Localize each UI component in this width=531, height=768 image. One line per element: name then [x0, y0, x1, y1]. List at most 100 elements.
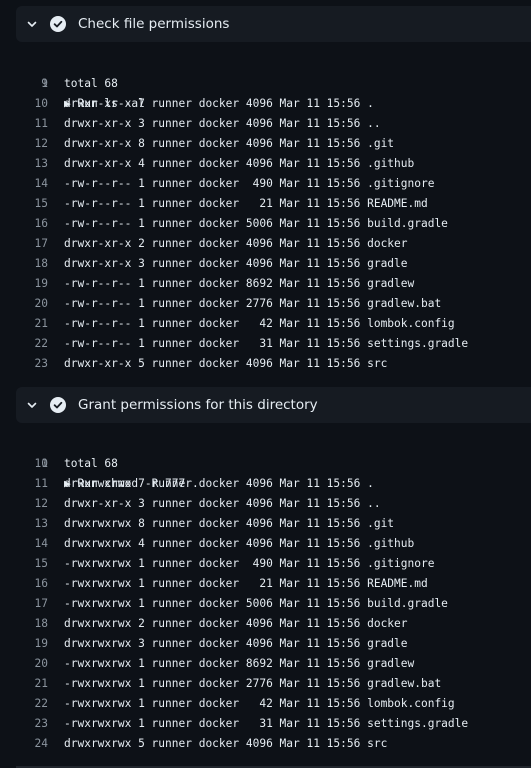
log-line: 17 -rwxrwxrwx 1 runner docker 5006 Mar 11… [0, 594, 531, 614]
log-text: drwxr-xr-x 7 runner docker 4096 Mar 11 1… [64, 97, 374, 110]
log-line: 13 drwxrwxrwx 8 runner docker 4096 Mar 11… [0, 514, 531, 534]
line-number[interactable]: 23 [0, 714, 48, 734]
log-line: 18 drwxrwxrwx 2 runner docker 4096 Mar 11… [0, 614, 531, 634]
step-header[interactable]: Grant permissions for this directory [16, 387, 531, 423]
log-text: drwxr-xr-x 8 runner docker 4096 Mar 11 1… [64, 137, 395, 150]
line-number[interactable]: 14 [0, 174, 48, 194]
line-number[interactable]: 10 [0, 454, 48, 474]
line-number[interactable]: 17 [0, 234, 48, 254]
log-text: -rwxrwxrwx 1 runner docker 42 Mar 11 15:… [64, 697, 455, 710]
line-number[interactable]: 12 [0, 134, 48, 154]
log-text: -rwxrwxrwx 1 runner docker 31 Mar 11 15:… [64, 717, 469, 730]
check-circle-icon [50, 16, 66, 32]
chevron-down-icon[interactable] [26, 399, 38, 411]
log-line: 19 -rw-r--r-- 1 runner docker 8692 Mar 11… [0, 274, 531, 294]
log-line: 18 drwxr-xr-x 3 runner docker 4096 Mar 11… [0, 254, 531, 274]
log-text: drwxrwxrwx 2 runner docker 4096 Mar 11 1… [64, 617, 408, 630]
line-number[interactable]: 13 [0, 154, 48, 174]
log-text: drwxr-xr-x 4 runner docker 4096 Mar 11 1… [64, 157, 415, 170]
log-text: -rwxrwxrwx 1 runner docker 21 Mar 11 15:… [64, 577, 428, 590]
line-number[interactable]: 12 [0, 494, 48, 514]
log-line: 13 drwxr-xr-x 4 runner docker 4096 Mar 11… [0, 154, 531, 174]
line-number[interactable]: 20 [0, 294, 48, 314]
log-text: -rwxrwxrwx 1 runner docker 8692 Mar 11 1… [64, 657, 415, 670]
log-text: -rw-r--r-- 1 runner docker 490 Mar 11 15… [64, 177, 435, 190]
line-number[interactable]: 21 [0, 314, 48, 334]
line-number[interactable]: 24 [0, 734, 48, 754]
log-line: 15 -rwxrwxrwx 1 runner docker 490 Mar 11 … [0, 554, 531, 574]
step-title: Grant permissions for this directory [78, 397, 318, 413]
step-check-file-permissions: Check file permissions [16, 6, 531, 42]
log-text: drwxrwxrwx 5 runner docker 4096 Mar 11 1… [64, 737, 388, 750]
line-number[interactable]: 19 [0, 274, 48, 294]
log-line: 12 drwxr-xr-x 3 runner docker 4096 Mar 11… [0, 494, 531, 514]
line-number[interactable]: 15 [0, 554, 48, 574]
line-number[interactable]: 21 [0, 674, 48, 694]
log-line: 21 -rw-r--r-- 1 runner docker 42 Mar 11 1… [0, 314, 531, 334]
line-number[interactable]: 16 [0, 214, 48, 234]
log-text: -rwxrwxrwx 1 runner docker 2776 Mar 11 1… [64, 677, 442, 690]
line-number[interactable]: 18 [0, 254, 48, 274]
log-line[interactable]: 1 ▶ Run chmod -R 777 . [0, 434, 531, 490]
log-text: drwxrwxrwx 8 runner docker 4096 Mar 11 1… [64, 517, 395, 530]
log-line: 20 -rw-r--r-- 1 runner docker 2776 Mar 11… [0, 294, 531, 314]
log-line: 24 drwxrwxrwx 5 runner docker 4096 Mar 11… [0, 734, 531, 754]
log-text: -rw-r--r-- 1 runner docker 31 Mar 11 15:… [64, 337, 469, 350]
log-text: drwxr-xr-x 3 runner docker 4096 Mar 11 1… [64, 257, 408, 270]
line-number[interactable]: 15 [0, 194, 48, 214]
log-text: total 68 [64, 77, 118, 90]
log-line: 20 -rwxrwxrwx 1 runner docker 8692 Mar 11… [0, 654, 531, 674]
check-circle-icon [50, 397, 66, 413]
line-number[interactable]: 13 [0, 514, 48, 534]
log-line: 23 drwxr-xr-x 5 runner docker 4096 Mar 11… [0, 354, 531, 374]
line-number[interactable]: 16 [0, 574, 48, 594]
log-text: -rw-r--r-- 1 runner docker 21 Mar 11 15:… [64, 197, 428, 210]
log-line: 16 -rw-r--r-- 1 runner docker 5006 Mar 11… [0, 214, 531, 234]
line-number[interactable]: 10 [0, 94, 48, 114]
log-line: 21 -rwxrwxrwx 1 runner docker 2776 Mar 11… [0, 674, 531, 694]
log-line: 12 drwxr-xr-x 8 runner docker 4096 Mar 11… [0, 134, 531, 154]
line-number[interactable]: 9 [0, 74, 48, 94]
line-number[interactable]: 22 [0, 334, 48, 354]
line-number[interactable]: 18 [0, 614, 48, 634]
step-header[interactable]: Check file permissions [16, 6, 531, 42]
step-title: Check file permissions [78, 16, 230, 32]
log-line: 10 drwxr-xr-x 7 runner docker 4096 Mar 11… [0, 94, 531, 114]
log-text: -rw-r--r-- 1 runner docker 2776 Mar 11 1… [64, 297, 442, 310]
log-line: 11 drwxrwxrwx 7 runner docker 4096 Mar 11… [0, 474, 531, 494]
chevron-down-icon[interactable] [26, 18, 38, 30]
log-text: total 68 [64, 457, 118, 470]
log-line: 22 -rw-r--r-- 1 runner docker 31 Mar 11 1… [0, 334, 531, 354]
log-text: drwxr-xr-x 5 runner docker 4096 Mar 11 1… [64, 357, 388, 370]
step-grant-permissions: Grant permissions for this directory [16, 387, 531, 423]
log-line: 22 -rwxrwxrwx 1 runner docker 42 Mar 11 1… [0, 694, 531, 714]
log-text: -rw-r--r-- 1 runner docker 42 Mar 11 15:… [64, 317, 455, 330]
log-text: drwxrwxrwx 7 runner docker 4096 Mar 11 1… [64, 477, 374, 490]
log-line: 14 -rw-r--r-- 1 runner docker 490 Mar 11 … [0, 174, 531, 194]
log-text: -rwxrwxrwx 1 runner docker 490 Mar 11 15… [64, 557, 435, 570]
log-line: 11 drwxr-xr-x 3 runner docker 4096 Mar 11… [0, 114, 531, 134]
log-text: -rwxrwxrwx 1 runner docker 5006 Mar 11 1… [64, 597, 448, 610]
log-line: 23 -rwxrwxrwx 1 runner docker 31 Mar 11 1… [0, 714, 531, 734]
line-number[interactable]: 22 [0, 694, 48, 714]
line-number[interactable]: 23 [0, 354, 48, 374]
line-number[interactable]: 11 [0, 474, 48, 494]
log-text: drwxr-xr-x 2 runner docker 4096 Mar 11 1… [64, 237, 408, 250]
log-text: drwxr-xr-x 3 runner docker 4096 Mar 11 1… [64, 117, 381, 130]
line-number[interactable]: 14 [0, 534, 48, 554]
log-line: 14 drwxrwxrwx 4 runner docker 4096 Mar 11… [0, 534, 531, 554]
log-line: 17 drwxr-xr-x 2 runner docker 4096 Mar 11… [0, 234, 531, 254]
log-text: -rw-r--r-- 1 runner docker 5006 Mar 11 1… [64, 217, 448, 230]
log-line[interactable]: 1 ▶ Run ls -al [0, 54, 531, 110]
log-line: 10 total 68 [0, 454, 531, 474]
log-line: 15 -rw-r--r-- 1 runner docker 21 Mar 11 1… [0, 194, 531, 214]
log-text: drwxr-xr-x 3 runner docker 4096 Mar 11 1… [64, 497, 381, 510]
line-number[interactable]: 19 [0, 634, 48, 654]
log-text: drwxrwxrwx 3 runner docker 4096 Mar 11 1… [64, 637, 408, 650]
line-number[interactable]: 11 [0, 114, 48, 134]
log-line: 9 total 68 [0, 74, 531, 94]
line-number[interactable]: 20 [0, 654, 48, 674]
line-number[interactable]: 17 [0, 594, 48, 614]
log-line: 19 drwxrwxrwx 3 runner docker 4096 Mar 11… [0, 634, 531, 654]
log-text: -rw-r--r-- 1 runner docker 8692 Mar 11 1… [64, 277, 415, 290]
